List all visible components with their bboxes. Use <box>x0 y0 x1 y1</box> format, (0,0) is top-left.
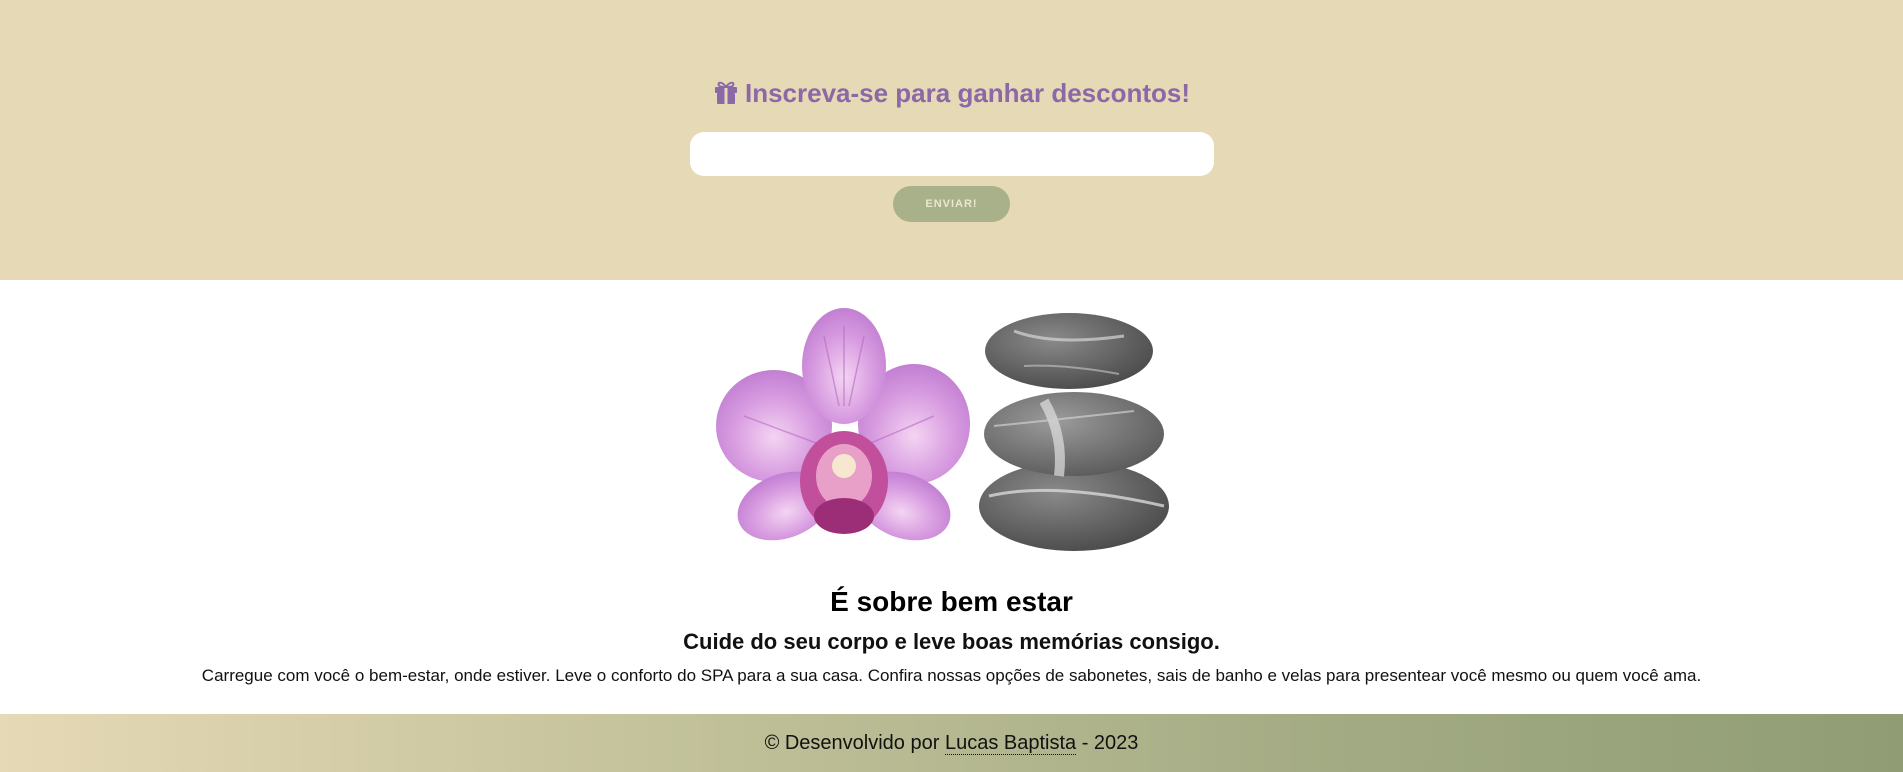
footer-suffix: - 2023 <box>1081 732 1139 754</box>
newsletter-section: Inscreva-se para ganhar descontos! ENVIA… <box>0 0 1903 280</box>
stones-graphic <box>979 313 1169 551</box>
about-title: É sobre bem estar <box>830 586 1073 617</box>
send-button[interactable]: ENVIAR! <box>893 186 1010 222</box>
about-subtitle: Cuide do seu corpo e leve boas memórias … <box>683 629 1220 654</box>
about-description: Carregue com você o bem-estar, onde esti… <box>201 666 1702 685</box>
orchid-stones-image <box>716 308 1169 551</box>
author-link[interactable]: Lucas Baptista <box>944 732 1077 755</box>
email-input[interactable] <box>690 132 1214 176</box>
footer: © Desenvolvido por Lucas Baptista - 2023 <box>0 714 1903 772</box>
newsletter-title-text: Inscreva-se para ganhar descontos! <box>744 78 1191 108</box>
gift-icon <box>714 81 737 104</box>
newsletter-title: Inscreva-se para ganhar descontos! <box>0 76 1903 110</box>
orchid-graphic <box>716 308 970 541</box>
footer-prefix: © Desenvolvido por <box>764 732 940 754</box>
